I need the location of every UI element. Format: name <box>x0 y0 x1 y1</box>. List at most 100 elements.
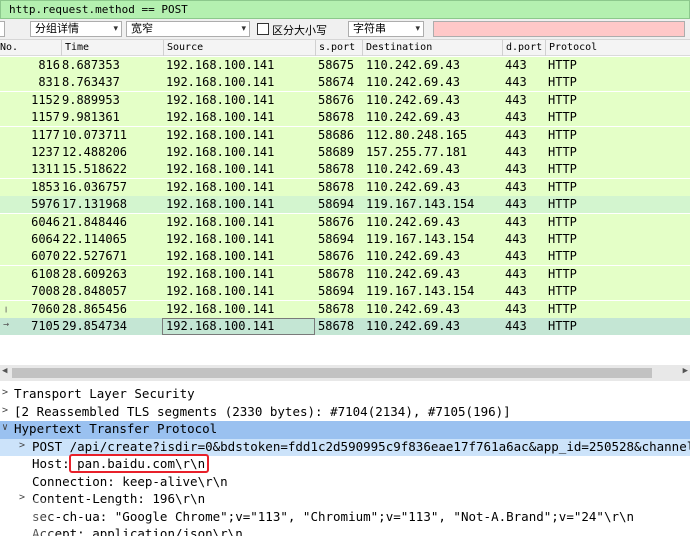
packet-source: 192.168.100.141 <box>166 179 275 194</box>
table-row[interactable]: 6070 22.527671 192.168.100.141 58676 110… <box>0 248 690 266</box>
packet-list-empty-area <box>0 336 690 358</box>
packet-time: 16.036757 <box>62 179 128 194</box>
chevron-down-icon[interactable]: ∨ <box>2 422 8 433</box>
packet-time: 8.763437 <box>62 75 120 90</box>
detail-row-content-length[interactable]: > Content-Length: 196\r\n <box>0 491 690 509</box>
detail-row-tls[interactable]: > Transport Layer Security <box>0 386 690 404</box>
packet-sport: 58694 <box>318 197 355 212</box>
group-detail-select[interactable]: 分组详情 ▾ <box>30 21 122 37</box>
packet-time: 22.527671 <box>62 249 128 264</box>
packet-destination: 110.242.69.43 <box>366 301 460 316</box>
table-row[interactable]: 6108 28.609263 192.168.100.141 58678 110… <box>0 265 690 283</box>
table-row[interactable]: 1152 9.889953 192.168.100.141 58676 110.… <box>0 91 690 109</box>
detail-row-accept[interactable]: Accept: application/json\r\n <box>0 526 690 536</box>
scrollbar-thumb[interactable] <box>12 368 652 378</box>
detail-row-connection[interactable]: Connection: keep-alive\r\n <box>0 474 690 492</box>
packet-source: 192.168.100.141 <box>166 284 275 299</box>
search-input[interactable] <box>433 21 685 37</box>
width-mode-select[interactable]: 宽窄 ▾ <box>126 21 250 37</box>
packet-no: 1152 <box>31 92 60 107</box>
detail-row-reassembled[interactable]: > [2 Reassembled TLS segments (2330 byte… <box>0 404 690 422</box>
packet-destination: 110.242.69.43 <box>366 110 460 125</box>
packet-sport: 58678 <box>318 179 355 194</box>
packet-sport: 58678 <box>318 162 355 177</box>
column-header-no[interactable]: No. <box>0 42 18 53</box>
packet-protocol: HTTP <box>548 162 577 177</box>
packet-no: 6046 <box>31 214 60 229</box>
packet-no: 1177 <box>31 127 60 142</box>
packet-no: 1237 <box>31 145 60 159</box>
packet-protocol: HTTP <box>548 145 577 159</box>
packet-sport: 58674 <box>318 75 355 90</box>
chevron-right-icon[interactable]: > <box>19 440 25 451</box>
search-type-select[interactable]: 字符串 ▾ <box>348 21 424 37</box>
column-header-time[interactable]: Time <box>65 42 89 53</box>
packet-destination: 110.242.69.43 <box>366 58 460 72</box>
horizontal-scrollbar[interactable]: ◀ ▶ <box>0 365 690 381</box>
table-row[interactable]: 5976 17.131968 192.168.100.141 58694 119… <box>0 196 690 214</box>
detail-row-sec-ch-ua[interactable]: sec-ch-ua: "Google Chrome";v="113", "Chr… <box>0 509 690 527</box>
packet-source: 192.168.100.141 <box>166 145 275 159</box>
packet-source: 192.168.100.141 <box>166 58 275 72</box>
packet-source: 192.168.100.141 <box>166 110 275 125</box>
packet-source: 192.168.100.141 <box>166 92 275 107</box>
column-header-destination[interactable]: Destination <box>366 42 432 53</box>
table-row[interactable]: ╷ 7060 28.865456 192.168.100.141 58678 1… <box>0 300 690 318</box>
packet-time: 17.131968 <box>62 197 128 212</box>
column-header-dport[interactable]: d.port <box>506 42 542 53</box>
detail-text: Transport Layer Security <box>14 386 195 401</box>
packet-dport: 443 <box>505 58 527 72</box>
table-row[interactable]: 1853 16.036757 192.168.100.141 58678 110… <box>0 178 690 196</box>
display-filter-input[interactable]: http.request.method == POST <box>9 3 188 16</box>
packet-no: 1853 <box>31 179 60 194</box>
display-filter-bar[interactable]: http.request.method == POST <box>0 0 690 19</box>
packet-protocol: HTTP <box>548 301 577 316</box>
packet-protocol: HTTP <box>548 319 577 333</box>
detail-row-http[interactable]: ∨ Hypertext Transfer Protocol <box>0 421 690 439</box>
packet-source: 192.168.100.141 <box>166 249 275 264</box>
packet-sport: 58694 <box>318 232 355 246</box>
packet-no: 5976 <box>31 197 60 212</box>
table-row[interactable]: 1177 10.073711 192.168.100.141 58686 112… <box>0 126 690 144</box>
table-row[interactable]: 6064 22.114065 192.168.100.141 58694 119… <box>0 231 690 248</box>
column-header-protocol[interactable]: Protocol <box>549 42 597 53</box>
packet-protocol: HTTP <box>548 58 577 72</box>
scroll-left-icon[interactable]: ◀ <box>2 366 7 376</box>
table-row[interactable]: 816 8.687353 192.168.100.141 58675 110.2… <box>0 57 690 74</box>
table-row[interactable]: 831 8.763437 192.168.100.141 58674 110.2… <box>0 74 690 92</box>
column-header-sport[interactable]: s.port <box>319 42 355 53</box>
detail-text: [2 Reassembled TLS segments (2330 bytes)… <box>14 403 511 419</box>
search-type-label: 字符串 <box>353 22 386 35</box>
packet-no: 816 <box>38 58 60 72</box>
case-sensitive-checkbox[interactable] <box>257 23 269 35</box>
packet-sport: 58678 <box>318 319 355 333</box>
packet-no: 6064 <box>31 232 60 246</box>
packet-dport: 443 <box>505 162 527 177</box>
packet-dport: 443 <box>505 249 527 264</box>
packet-dport: 443 <box>505 232 527 246</box>
packet-no: 6070 <box>31 249 60 264</box>
chevron-right-icon[interactable]: > <box>2 405 8 416</box>
packet-sport: 58676 <box>318 214 355 229</box>
chevron-down-icon: ▾ <box>241 24 246 34</box>
packet-dport: 443 <box>505 127 527 142</box>
packet-destination: 110.242.69.43 <box>366 319 460 333</box>
chevron-down-icon: ▾ <box>113 24 118 34</box>
detail-text: POST /api/create?isdir=0&bdstoken=fdd1c2… <box>32 438 690 454</box>
table-row-selected[interactable]: → 7105 29.854734 192.168.100.141 58678 1… <box>0 318 690 335</box>
packet-sport: 58678 <box>318 110 355 125</box>
packet-source: 192.168.100.141 <box>166 162 275 177</box>
table-row[interactable]: 1157 9.981361 192.168.100.141 58678 110.… <box>0 109 690 127</box>
packet-destination: 110.242.69.43 <box>366 75 460 90</box>
chevron-right-icon[interactable]: > <box>2 387 8 398</box>
toolbar-edge <box>0 21 5 37</box>
packet-dport: 443 <box>505 266 527 281</box>
packet-list-header: No. Time Source s.port Destination d.por… <box>0 40 690 56</box>
scroll-right-icon[interactable]: ▶ <box>683 366 688 376</box>
table-row[interactable]: 6046 21.848446 192.168.100.141 58676 110… <box>0 213 690 231</box>
table-row[interactable]: 7008 28.848057 192.168.100.141 58694 119… <box>0 283 690 301</box>
chevron-down-icon: ▾ <box>415 24 420 34</box>
column-header-source[interactable]: Source <box>167 42 203 53</box>
table-row[interactable]: 1311 15.518622 192.168.100.141 58678 110… <box>0 161 690 179</box>
table-row[interactable]: 1237 12.488206 192.168.100.141 58689 157… <box>0 144 690 161</box>
